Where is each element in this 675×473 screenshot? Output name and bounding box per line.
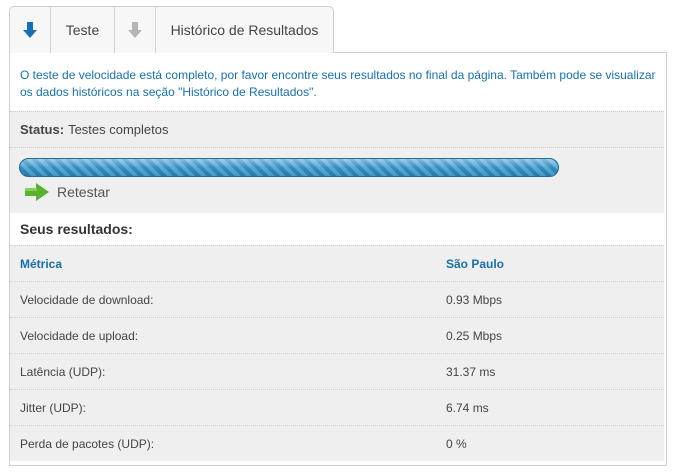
tab-history-icon[interactable]	[115, 7, 156, 53]
value-cell: 6.74 ms	[446, 400, 489, 415]
header-metric: Métrica	[20, 256, 63, 271]
tab-test-label: Teste	[65, 22, 100, 38]
download-arrow-gray-icon	[128, 21, 142, 38]
metric-cell: Velocidade de upload:	[20, 328, 139, 343]
table-row: Velocidade de download: 0.93 Mbps	[10, 281, 664, 317]
tab-test-icon[interactable]	[10, 7, 51, 53]
status-block: Status: Testes completos Retestar	[10, 111, 664, 213]
results-title: Seus resultados:	[20, 221, 133, 237]
table-row: Jitter (UDP): 6.74 ms	[10, 389, 664, 425]
tab-history-label: Histórico de Resultados	[170, 22, 319, 38]
retest-label: Retestar	[57, 184, 110, 200]
download-arrow-icon	[23, 21, 37, 38]
value-cell: 0 %	[446, 436, 467, 451]
status-label: Status:	[20, 122, 65, 137]
metric-cell: Perda de pacotes (UDP):	[20, 436, 155, 451]
progress-fill	[20, 159, 558, 176]
tab-history[interactable]: Histórico de Resultados	[156, 7, 333, 53]
table-row: Perda de pacotes (UDP): 0 %	[10, 425, 664, 461]
metric-cell: Jitter (UDP):	[20, 400, 86, 415]
metric-cell: Latência (UDP):	[20, 364, 106, 379]
green-arrow-right-icon	[25, 183, 49, 201]
header-location: São Paulo	[446, 256, 505, 271]
table-header-row: Métrica São Paulo	[10, 245, 664, 281]
value-cell: 0.25 Mbps	[446, 328, 503, 343]
value-cell: 31.37 ms	[446, 364, 496, 379]
table-row: Latência (UDP): 31.37 ms	[10, 353, 664, 389]
status-row: Status: Testes completos	[10, 111, 664, 148]
table-row: Velocidade de upload: 0.25 Mbps	[10, 317, 664, 353]
status-value: Testes completos	[68, 122, 169, 137]
retest-button[interactable]: Retestar	[25, 183, 110, 201]
tab-bar: Teste Histórico de Resultados	[9, 6, 334, 53]
progress-bar	[19, 158, 559, 177]
tab-test[interactable]: Teste	[51, 7, 115, 53]
intro-text: O teste de velocidade está completo, por…	[20, 68, 656, 99]
value-cell: 0.93 Mbps	[446, 292, 503, 307]
results-panel: O teste de velocidade está completo, por…	[9, 52, 667, 466]
results-table: Métrica São Paulo Velocidade de download…	[10, 245, 664, 461]
metric-cell: Velocidade de download:	[20, 292, 154, 307]
